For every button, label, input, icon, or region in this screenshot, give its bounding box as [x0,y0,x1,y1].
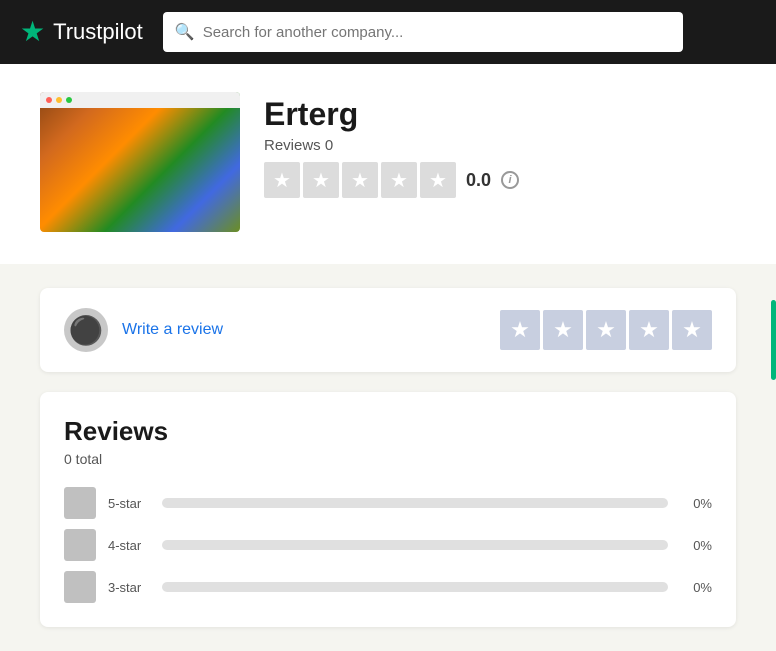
browser-dot-green [66,97,72,103]
logo: ★ Trustpilot [20,18,143,46]
star-3: ★ [342,162,378,198]
rating-pct: 0% [680,580,712,595]
company-image [40,92,240,232]
reviews-count: Reviews 0 [264,137,519,154]
write-review-card: ⚫ Write a review ★ ★ ★ ★ ★ [40,288,736,372]
rating-bar-bg [162,540,668,550]
company-stars: ★ ★ ★ ★ ★ [264,162,456,198]
star-1: ★ [264,162,300,198]
write-star-4[interactable]: ★ [629,310,669,350]
write-star-5[interactable]: ★ [672,310,712,350]
write-star-1[interactable]: ★ [500,310,540,350]
write-review-link[interactable]: Write a review [122,321,223,339]
rating-bar-bg [162,498,668,508]
star-5: ★ [420,162,456,198]
main-content: ⚫ Write a review ★ ★ ★ ★ ★ Reviews 0 tot… [0,264,776,651]
rating-row: 4-star 0% [64,529,712,561]
rating-bar-bg [162,582,668,592]
write-review-stars[interactable]: ★ ★ ★ ★ ★ [500,310,712,350]
info-icon[interactable]: i [501,171,519,189]
avatar: ⚫ [64,308,108,352]
trustpilot-star-icon: ★ [20,18,45,46]
write-star-2[interactable]: ★ [543,310,583,350]
rating-row: 5-star 0% [64,487,712,519]
browser-dot-red [46,97,52,103]
user-icon: ⚫ [69,314,104,347]
rating-color-box [64,571,96,603]
header: ★ Trustpilot 🔍 [0,0,776,64]
reviews-title: Reviews [64,416,712,447]
rating-row: 3-star 0% [64,571,712,603]
search-input[interactable] [203,24,671,41]
logo-text: Trustpilot [53,19,143,45]
company-section: Erterg Reviews 0 ★ ★ ★ ★ ★ 0.0 i [0,64,776,264]
star-4: ★ [381,162,417,198]
company-image-graphic [40,92,240,232]
rating-number: 0.0 [466,170,491,191]
company-name: Erterg [264,96,519,133]
scrollbar-indicator[interactable] [771,300,776,380]
search-bar[interactable]: 🔍 [163,12,683,52]
rating-label: 4-star [108,538,150,553]
reviews-total: 0 total [64,451,712,467]
browser-dot-yellow [56,97,62,103]
rating-color-box [64,529,96,561]
star-rating-row: ★ ★ ★ ★ ★ 0.0 i [264,162,519,198]
company-info: Erterg Reviews 0 ★ ★ ★ ★ ★ 0.0 i [264,92,519,198]
rating-breakdown: 5-star 0% 4-star 0% 3-star 0% [64,487,712,603]
reviewer-left: ⚫ Write a review [64,308,223,352]
browser-chrome [40,92,240,108]
write-star-3[interactable]: ★ [586,310,626,350]
reviews-section: Reviews 0 total 5-star 0% 4-star 0% 3-st… [40,392,736,627]
star-2: ★ [303,162,339,198]
rating-pct: 0% [680,538,712,553]
rating-color-box [64,487,96,519]
rating-pct: 0% [680,496,712,511]
rating-label: 5-star [108,496,150,511]
rating-label: 3-star [108,580,150,595]
search-icon: 🔍 [175,22,195,42]
